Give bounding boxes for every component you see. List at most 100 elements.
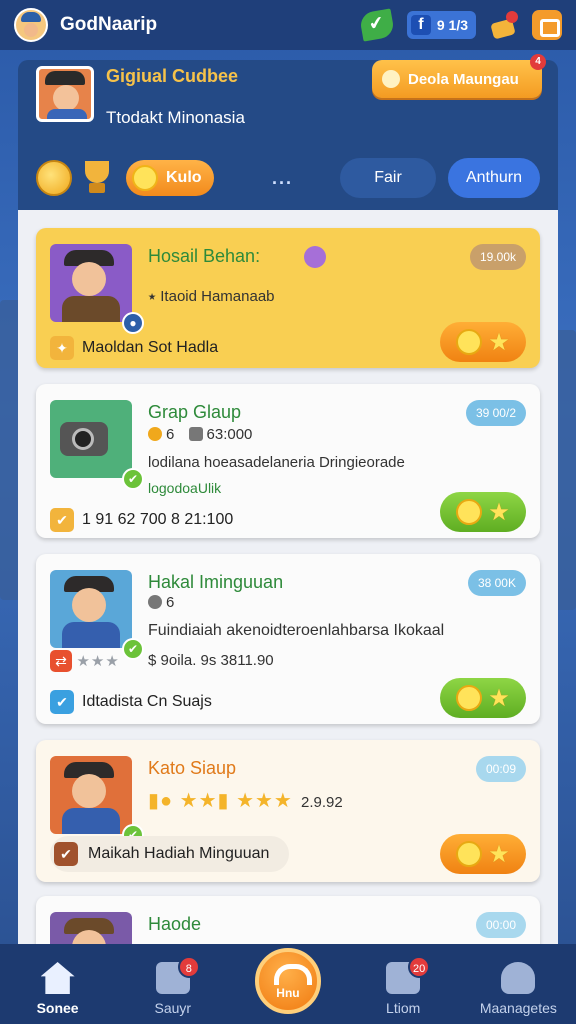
card-footer-text: Maikah Hadiah Minguuan <box>88 845 270 862</box>
card-rating: ⇄ ★★★ <box>50 650 120 672</box>
card-footer: ✦ Maoldan Sot Hadla <box>50 336 218 360</box>
puzzle-icon: ✦ <box>50 336 74 360</box>
app-title: GodNaarip <box>60 14 158 35</box>
card-description: Fuindiaiah akenoidteroenlahbarsa Ikokaal <box>148 622 445 639</box>
claim-button[interactable]: ★ <box>440 834 526 874</box>
smile-icon <box>456 499 483 525</box>
card-thumbnail <box>50 244 132 322</box>
facebook-counter[interactable]: f 9 1/3 <box>406 11 476 39</box>
check-icon: ✔ <box>122 638 144 660</box>
card-thumbnail <box>50 570 132 648</box>
home-icon <box>40 962 75 994</box>
deola-label: Deola Maungau <box>408 70 519 88</box>
nav-label: Ltiom <box>386 1000 421 1016</box>
star-icon: ★ <box>488 498 510 526</box>
card-tag: 39 00/2 <box>465 400 526 426</box>
deola-button[interactable]: Deola Maungau 4 <box>372 54 546 98</box>
card-title: Grap Glaup <box>148 402 242 422</box>
card-title: Hosail Behan: <box>148 246 261 266</box>
check-icon: ✔ <box>122 468 144 490</box>
claim-button[interactable]: ★ <box>440 492 526 532</box>
profile-avatar[interactable] <box>36 66 94 122</box>
tab-anthurn[interactable]: Anthurn <box>448 158 540 198</box>
more-button[interactable]: ... <box>272 168 293 189</box>
claim-button[interactable]: ★ <box>440 678 526 718</box>
checkbox-icon[interactable]: ✔ <box>54 842 78 866</box>
card-tag: 00:09 <box>475 756 526 782</box>
card-footer: ✔ Maikah Hadiah Minguuan <box>50 836 290 872</box>
card-link[interactable]: logodoaUlik <box>148 480 221 496</box>
card-footer-text: 1 91 62 700 8 21:100 <box>82 511 234 528</box>
card-thumbnail <box>50 912 132 946</box>
nav-label: Maanagetes <box>479 1000 557 1016</box>
swap-icon: ⇄ <box>50 650 72 672</box>
coin-icon <box>382 70 400 88</box>
notification-badge: 8 <box>177 956 200 978</box>
shop-icon[interactable] <box>532 10 562 40</box>
user-icon <box>501 962 536 994</box>
nav-shop[interactable]: 8 Sauyr <box>128 956 218 1016</box>
profile-title: Gigiual Cudbee <box>106 66 239 86</box>
card-tag: 38 00K <box>467 570 526 596</box>
claim-button[interactable]: ★ <box>440 322 526 362</box>
card-footer-text: Idtadista Cn Suajs <box>82 693 212 710</box>
list-item[interactable]: ✔ Hakal Iminguuan 38 00K 6 Fuindiaiah ak… <box>36 554 540 724</box>
mission-list: ● Hosail Behan: 19.00k ⭑ Itaoid Hamanaab… <box>18 210 558 946</box>
card-thumbnail <box>50 400 132 478</box>
star-icon: ★ <box>488 328 510 356</box>
nav-managers[interactable]: Maanagetes <box>473 962 563 1016</box>
trophy-icon[interactable] <box>82 161 112 195</box>
nav-edit[interactable]: 20 Ltiom <box>358 956 448 1016</box>
filter-bar: Kulo ... Fair Anthurn <box>18 146 558 210</box>
top-right-actions: f 9 1/3 <box>358 8 562 42</box>
coin-icon[interactable] <box>36 160 72 196</box>
notification-badge: 20 <box>408 956 431 978</box>
list-item[interactable]: ● Hosail Behan: 19.00k ⭑ Itaoid Hamanaab… <box>36 228 540 368</box>
card-tag: 19.00k <box>469 244 526 270</box>
facebook-icon: f <box>410 15 431 35</box>
smile-icon <box>132 165 158 191</box>
list-item[interactable]: Haode 00:00 <box>36 896 540 946</box>
star-icon: ★ <box>488 840 510 868</box>
card-title: Haode <box>148 914 202 934</box>
card-description: lodilana hoeasadelaneria Dringieorade <box>148 454 405 471</box>
card-rewards: ▮● ★★▮ ★★★ 2.9.92 <box>148 790 343 812</box>
leaf-check-icon[interactable] <box>358 8 396 42</box>
top-bar: GodNaarip f 9 1/3 <box>0 0 576 50</box>
nav-center[interactable]: Hnu <box>243 948 333 1016</box>
star-icon: ★ <box>488 684 510 712</box>
profile-subtitle: Ttodakt Minonasia <box>106 108 245 127</box>
card-price: $ 9oila. 9s 3811.90 <box>148 652 274 669</box>
card-stats: 6 63:000 <box>148 426 252 443</box>
card-footer: ✔ 1 91 62 700 8 21:100 <box>50 508 233 532</box>
nav-home[interactable]: Sonee <box>13 962 103 1016</box>
center-action-button[interactable]: Hnu <box>254 948 321 1014</box>
gift-icon[interactable] <box>490 11 518 39</box>
facebook-count: 9 1/3 <box>436 17 468 33</box>
card-stats: 6 <box>148 594 174 611</box>
user-avatar[interactable] <box>14 8 48 42</box>
smile-icon <box>456 841 483 867</box>
card-title: Hakal Iminguuan <box>148 572 284 592</box>
profile-header: Gigiual Cudbee Ttodakt Minonasia Deola M… <box>18 54 558 146</box>
smile-icon <box>456 685 483 711</box>
nav-label: Sonee <box>36 1000 79 1016</box>
list-item[interactable]: ✔ Kato Siaup 00:09 ▮● ★★▮ ★★★ 2.9.92 ✔ M… <box>36 740 540 882</box>
nav-label: Sauyr <box>154 1000 192 1016</box>
kulo-label: Kulo <box>166 169 202 186</box>
list-item[interactable]: ✔ Grap Glaup 39 00/2 6 63:000 lodilana h… <box>36 384 540 538</box>
card-line: ⭑ Itaoid Hamanaab <box>148 288 275 305</box>
card-title: Kato Siaup <box>148 758 237 778</box>
card-footer-text: Maoldan Sot Hadla <box>82 339 219 356</box>
tab-fair[interactable]: Fair <box>340 158 436 198</box>
card-footer: ✔ Idtadista Cn Suajs <box>50 690 212 714</box>
reward-icons: ▮● ★★▮ ★★★ <box>148 790 293 812</box>
center-label: Hnu <box>276 986 300 1000</box>
card-thumbnail <box>50 756 132 834</box>
notification-badge: 4 <box>530 54 546 70</box>
card-tag: 00:00 <box>475 912 526 938</box>
star-rating: ★★★ <box>76 653 120 670</box>
kulo-button[interactable]: Kulo <box>126 160 214 196</box>
checkbox-icon[interactable]: ✔ <box>50 690 74 714</box>
bottom-nav: Sonee 8 Sauyr Hnu 20 Ltiom Maanagetes <box>0 944 576 1024</box>
